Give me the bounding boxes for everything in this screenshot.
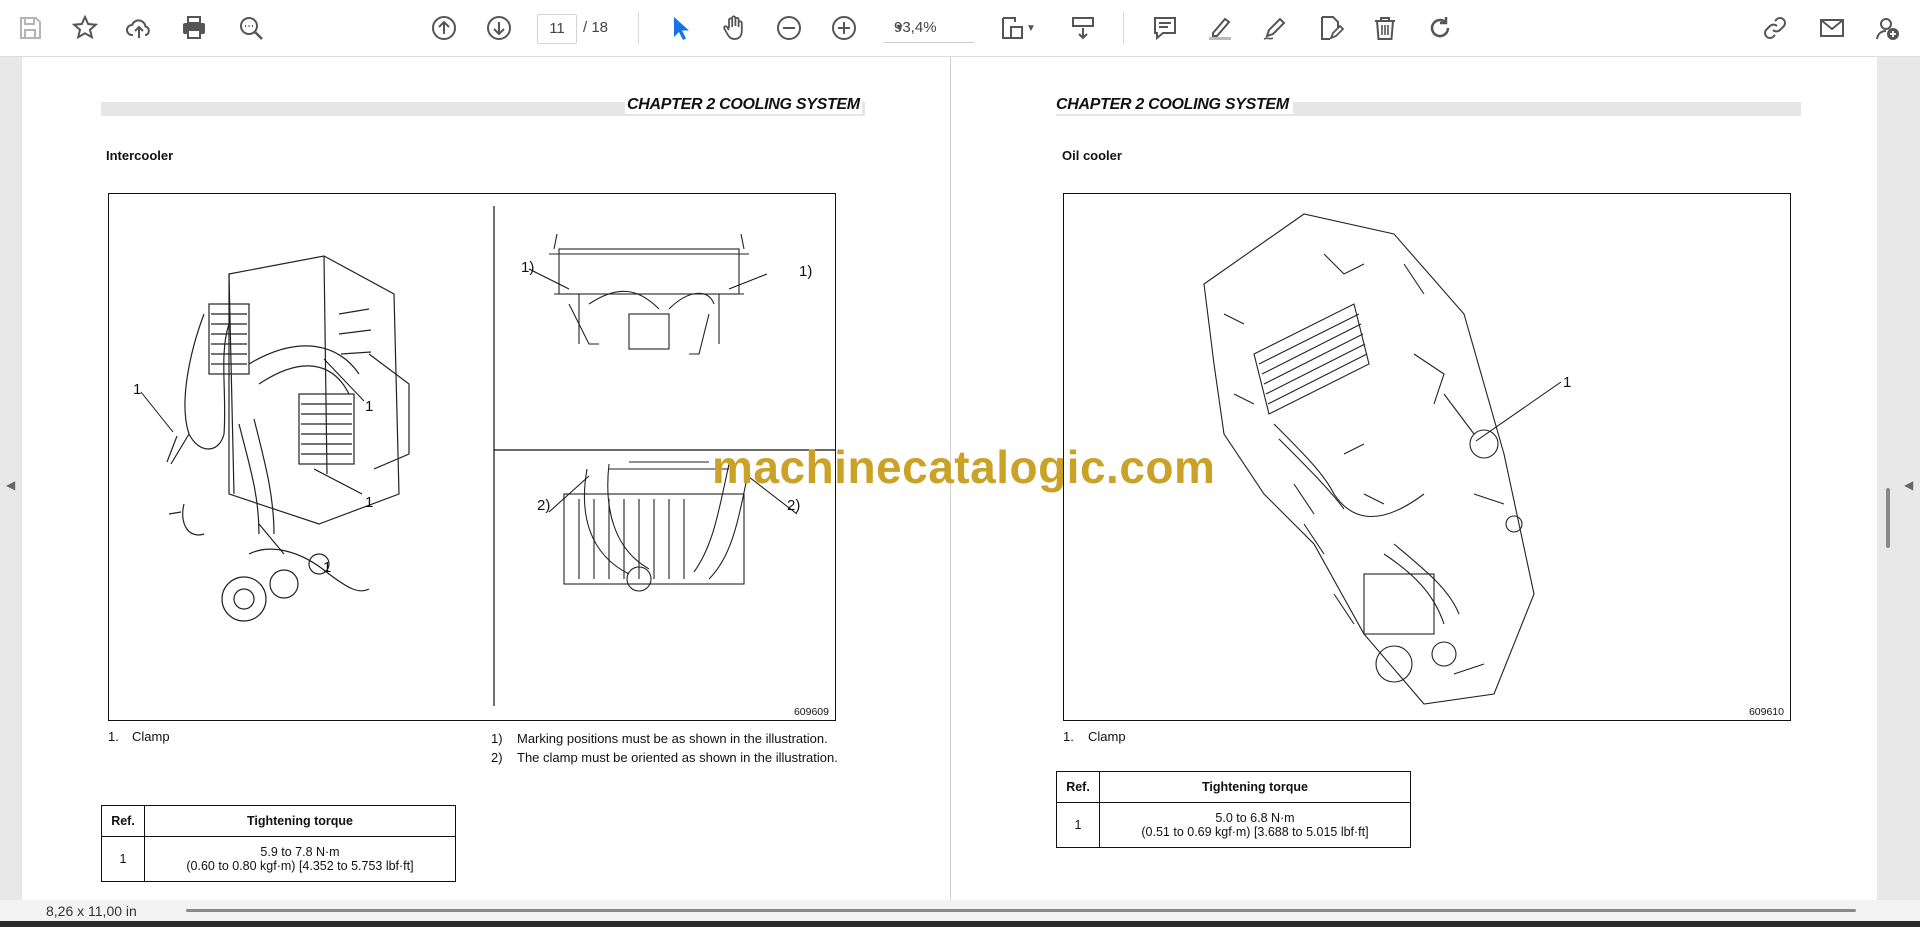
callout-2-paren: 2) xyxy=(787,497,800,514)
print-icon[interactable] xyxy=(176,10,212,46)
callout-1: 1 xyxy=(133,381,141,398)
vertical-scrollbar[interactable] xyxy=(1886,488,1890,548)
cloud-upload-icon[interactable] xyxy=(121,10,157,46)
zoom-out-icon[interactable] xyxy=(771,10,807,46)
legend-number: 1. xyxy=(108,729,119,744)
page-up-icon[interactable] xyxy=(426,10,462,46)
callout-1: 1 xyxy=(365,494,373,511)
scroll-mode-icon[interactable] xyxy=(1065,10,1101,46)
table-header-torque: Tightening torque xyxy=(1099,771,1411,803)
page-size-label: 8,26 x 11,00 in xyxy=(46,903,137,919)
star-icon[interactable] xyxy=(67,10,103,46)
torque-line2: (0.60 to 0.80 kgf·m) [4.352 to 5.753 lbf… xyxy=(186,859,414,873)
table-cell-ref: 1 xyxy=(101,836,145,882)
figure-number: 609610 xyxy=(1748,706,1784,718)
highlight-icon[interactable] xyxy=(1202,10,1238,46)
horizontal-scrollbar[interactable] xyxy=(186,909,1856,912)
note-number: 2) xyxy=(491,750,503,765)
save-icon[interactable] xyxy=(12,10,48,46)
taskbar-strip xyxy=(0,921,1920,927)
share-link-icon[interactable] xyxy=(1757,10,1793,46)
table-header-ref: Ref. xyxy=(1056,771,1100,803)
table-cell-ref: 1 xyxy=(1056,802,1100,848)
chapter-heading: CHAPTER 2 COOLING SYSTEM xyxy=(1056,96,1293,114)
torque-table: Ref. Tightening torque 1 5.9 to 7.8 N·m … xyxy=(101,805,456,882)
add-user-icon[interactable] xyxy=(1870,10,1904,46)
zoom-search-icon[interactable] xyxy=(233,10,269,46)
section-title: Intercooler xyxy=(106,148,174,163)
page-total: / 18 xyxy=(583,19,609,36)
note-text: The clamp must be oriented as shown in t… xyxy=(517,750,838,765)
callout-1: 1 xyxy=(365,398,373,415)
torque-table: Ref. Tightening torque 1 5.0 to 6.8 N·m … xyxy=(1056,771,1411,848)
torque-line1: 5.0 to 6.8 N·m xyxy=(1215,811,1295,825)
table-cell-torque: 5.9 to 7.8 N·m (0.60 to 0.80 kgf·m) [4.3… xyxy=(144,836,456,882)
right-panel-toggle-icon[interactable]: ◀ xyxy=(1904,478,1914,498)
legend-text: Clamp xyxy=(132,729,170,744)
figure-number: 609609 xyxy=(793,706,829,718)
callout-2-paren: 2) xyxy=(537,497,550,514)
comment-icon[interactable] xyxy=(1147,10,1183,46)
delete-icon[interactable] xyxy=(1367,10,1403,46)
legend-number: 1. xyxy=(1063,729,1074,744)
select-arrow-icon[interactable] xyxy=(662,10,698,46)
table-header-torque: Tightening torque xyxy=(144,805,456,837)
callout-1-paren: 1) xyxy=(521,259,534,276)
note-text: Marking positions must be as shown in th… xyxy=(517,731,828,746)
left-panel-toggle-icon[interactable]: ◀ xyxy=(6,478,16,498)
table-cell-torque: 5.0 to 6.8 N·m (0.51 to 0.69 kgf·m) [3.6… xyxy=(1099,802,1411,848)
toolbar: 11 / 18 93,4% ▼ ▼ xyxy=(0,0,1920,57)
rotate-icon[interactable] xyxy=(1422,10,1458,46)
email-icon[interactable] xyxy=(1814,10,1850,46)
callout-1-paren: 1) xyxy=(799,263,812,280)
legend-text: Clamp xyxy=(1088,729,1126,744)
chevron-down-icon: ▼ xyxy=(894,22,905,34)
table-header-ref: Ref. xyxy=(101,805,145,837)
section-title: Oil cooler xyxy=(1062,148,1122,163)
edit-icon[interactable] xyxy=(1312,10,1348,46)
callout-1: 1 xyxy=(1563,374,1571,391)
toolbar-divider xyxy=(638,12,639,44)
callout-1: 1 xyxy=(323,559,331,576)
chevron-down-icon[interactable]: ▼ xyxy=(1024,10,1038,46)
watermark: machinecatalogic.com xyxy=(712,441,1216,493)
page-number-input[interactable]: 11 xyxy=(537,14,577,44)
draw-icon[interactable] xyxy=(1257,10,1293,46)
note-number: 1) xyxy=(491,731,503,746)
torque-line2: (0.51 to 0.69 kgf·m) [3.688 to 5.015 lbf… xyxy=(1141,825,1369,839)
chapter-heading: CHAPTER 2 COOLING SYSTEM xyxy=(625,96,862,114)
toolbar-divider xyxy=(1123,12,1124,44)
page-down-icon[interactable] xyxy=(481,10,517,46)
hand-icon[interactable] xyxy=(716,10,752,46)
torque-line1: 5.9 to 7.8 N·m xyxy=(260,845,340,859)
zoom-select[interactable]: 93,4% ▼ xyxy=(884,14,974,43)
zoom-in-icon[interactable] xyxy=(826,10,862,46)
